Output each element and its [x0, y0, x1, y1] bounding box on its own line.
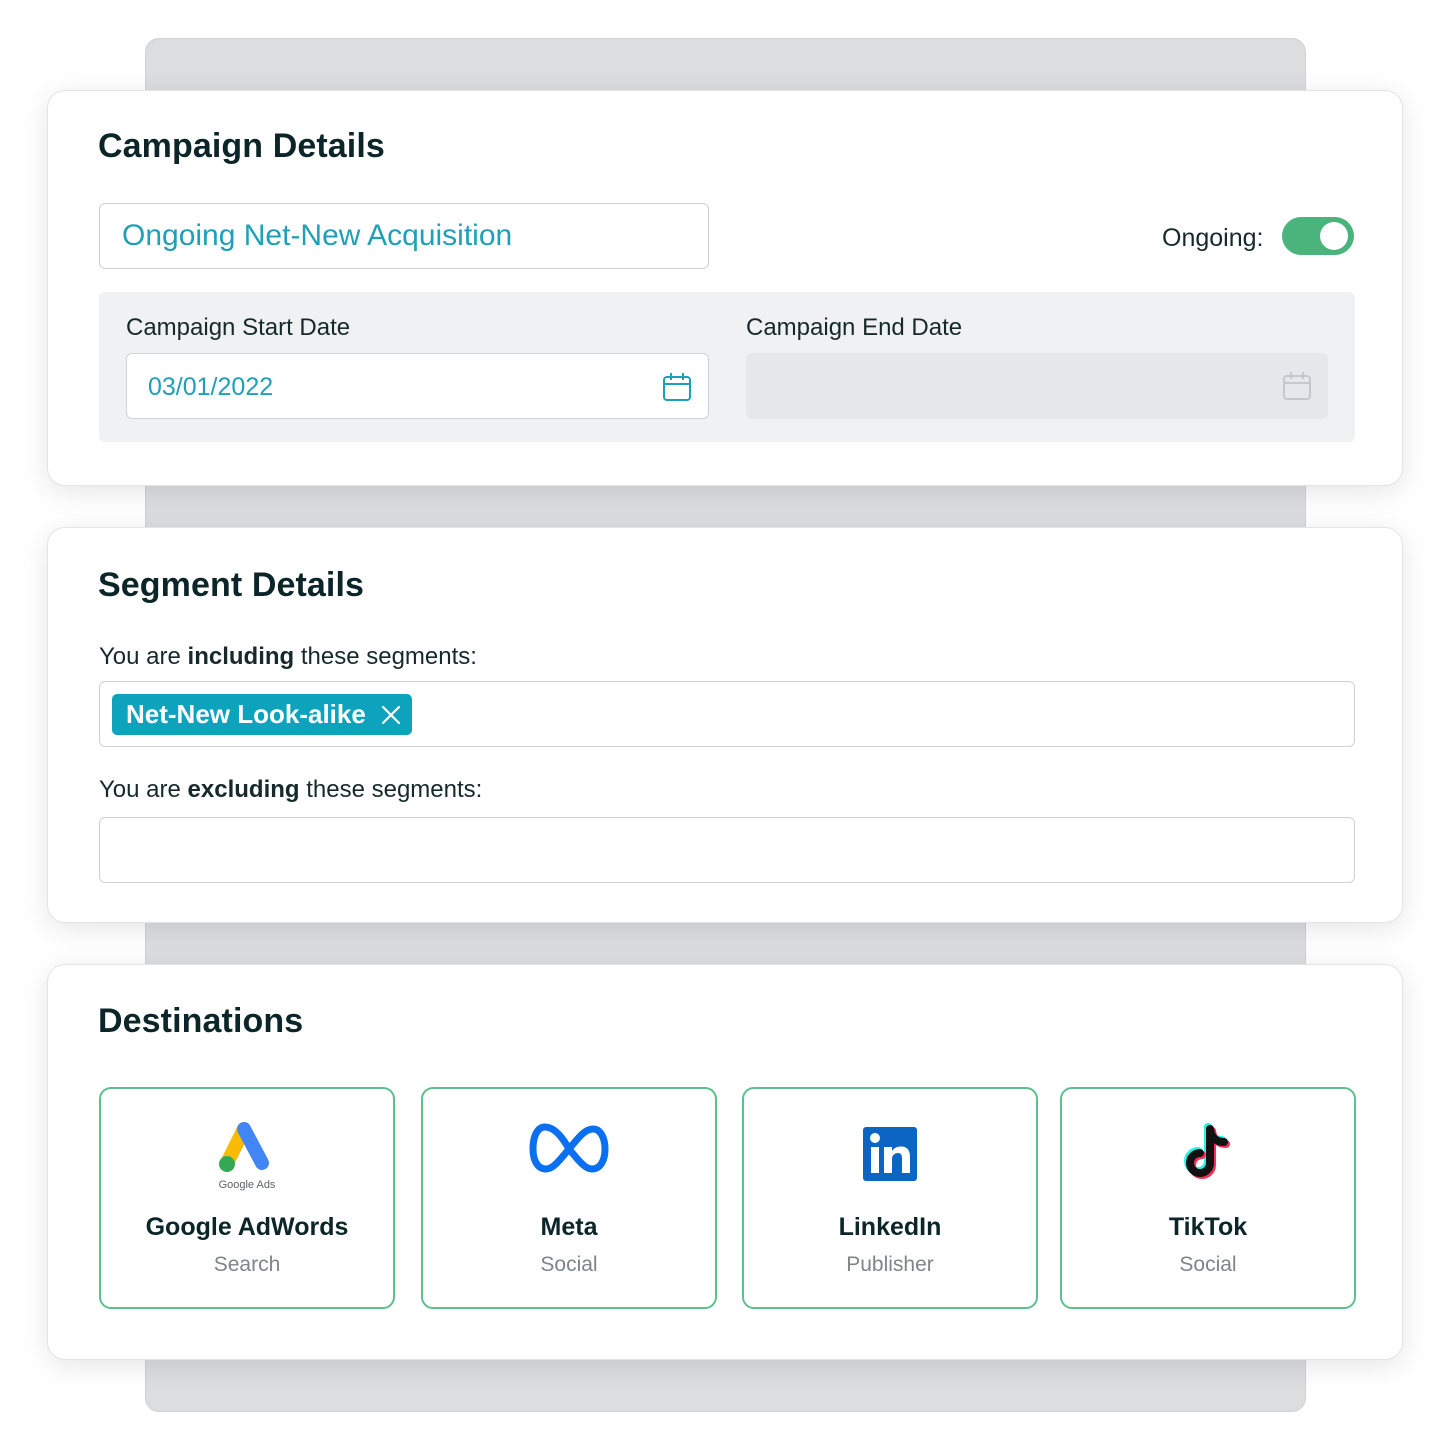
dates-panel: Campaign Start Date 03/01/2022 Campaign … — [99, 292, 1355, 442]
destination-type: Social — [540, 1253, 598, 1276]
end-date-label: Campaign End Date — [746, 314, 963, 341]
including-label: You are including these segments: — [99, 643, 477, 671]
google-ads-icon — [219, 1122, 269, 1172]
start-date-value: 03/01/2022 — [148, 373, 274, 401]
end-date-input[interactable] — [746, 353, 1328, 419]
destination-name: TikTok — [1168, 1213, 1248, 1241]
including-bold: including — [187, 643, 295, 670]
destination-name: Meta — [540, 1213, 598, 1241]
destinations-title: Destinations — [98, 1002, 304, 1040]
destination-google-adwords[interactable]: Google Ads Google AdWords Search — [99, 1087, 395, 1309]
excluding-bold: excluding — [187, 776, 300, 803]
destination-type: Social — [1179, 1253, 1237, 1276]
included-segments-field[interactable]: Net-New Look-alike — [99, 681, 1355, 747]
destination-name: Google AdWords — [145, 1213, 349, 1241]
ongoing-toggle[interactable] — [1282, 217, 1354, 255]
destination-tiktok[interactable]: TikTok Social — [1060, 1087, 1356, 1309]
segment-chip[interactable]: Net-New Look-alike — [112, 694, 412, 735]
linkedin-icon — [863, 1127, 917, 1181]
including-suffix: these segments: — [294, 643, 477, 670]
destination-type: Search — [213, 1253, 281, 1276]
destination-linkedin[interactable]: LinkedIn Publisher — [742, 1087, 1038, 1309]
destination-meta[interactable]: Meta Social — [421, 1087, 717, 1309]
toggle-knob — [1320, 222, 1348, 250]
segment-details-title: Segment Details — [98, 566, 365, 604]
excluding-label: You are excluding these segments: — [99, 776, 482, 804]
campaign-details-card: Campaign Details Ongoing Net-New Acquisi… — [47, 90, 1403, 486]
destination-name: LinkedIn — [838, 1213, 942, 1241]
ongoing-label: Ongoing: — [1162, 224, 1264, 252]
destinations-card: Destinations Google Ads Google AdWords S… — [47, 964, 1403, 1360]
calendar-icon — [1283, 372, 1311, 400]
segment-chip-label: Net-New Look-alike — [126, 699, 366, 729]
close-icon[interactable] — [380, 704, 402, 726]
start-date-input[interactable]: 03/01/2022 — [126, 353, 709, 419]
destination-type: Publisher — [846, 1253, 934, 1276]
segment-details-card: Segment Details You are including these … — [47, 527, 1403, 923]
excluding-prefix: You are — [99, 776, 188, 803]
campaign-details-title: Campaign Details — [98, 127, 385, 165]
excluded-segments-field[interactable] — [99, 817, 1355, 883]
including-prefix: You are — [99, 643, 188, 670]
tiktok-icon — [1184, 1123, 1230, 1179]
calendar-icon[interactable] — [662, 372, 692, 402]
excluding-suffix: these segments: — [299, 776, 483, 803]
start-date-label: Campaign Start Date — [126, 314, 351, 341]
campaign-name-input[interactable]: Ongoing Net-New Acquisition — [99, 203, 709, 269]
google-ads-logo-text: Google Ads — [218, 1179, 276, 1191]
meta-icon — [529, 1123, 609, 1173]
